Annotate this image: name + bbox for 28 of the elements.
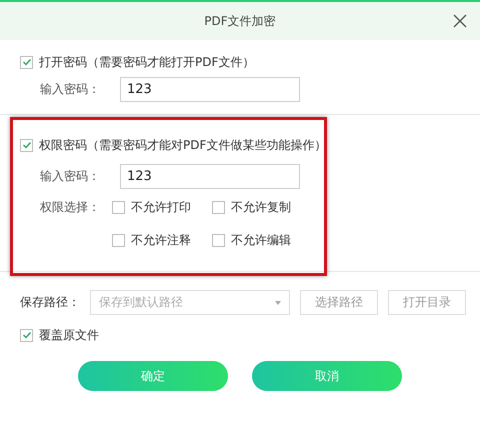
field-label: 权限选择： <box>40 199 101 216</box>
checkbox[interactable] <box>212 201 225 214</box>
checkbox[interactable] <box>112 234 125 247</box>
checkbox-label: 不允许编辑 <box>231 232 291 249</box>
checkbox[interactable] <box>20 56 33 68</box>
checkbox[interactable] <box>112 201 125 214</box>
caret-icon <box>275 300 281 304</box>
path-button[interactable]: 选择路径 <box>300 290 378 315</box>
checkbox-label: 打开密码（需要密码才能打开PDF文件） <box>39 54 254 70</box>
cancel-button[interactable]: 取消 <box>252 361 402 391</box>
checkbox-label: 不允许注释 <box>131 232 191 249</box>
close-icon[interactable] <box>452 13 468 29</box>
checkbox-label: 不允许复制 <box>231 199 291 216</box>
checkbox-label: 不允许打印 <box>131 199 191 216</box>
password-field[interactable]: 123 <box>120 164 300 188</box>
checkbox-label: 权限密码（需要密码才能对PDF文件做某些功能操作） <box>39 136 326 154</box>
checkbox[interactable] <box>212 234 225 247</box>
field-label: 输入密码： <box>40 80 101 98</box>
checkbox-label: 覆盖原文件 <box>39 326 99 344</box>
field-label: 输入密码： <box>40 168 101 184</box>
checkbox[interactable] <box>20 138 33 152</box>
field-label: 保存路径： <box>20 294 80 311</box>
checkbox[interactable] <box>20 328 33 342</box>
path-dropdown[interactable]: 保存到默认路径 <box>90 290 290 315</box>
path-button[interactable]: 打开目录 <box>388 290 466 315</box>
password-field[interactable]: 123 <box>120 76 300 102</box>
window-title: PDF文件加密 <box>204 12 276 30</box>
confirm-button[interactable]: 确定 <box>78 361 228 391</box>
